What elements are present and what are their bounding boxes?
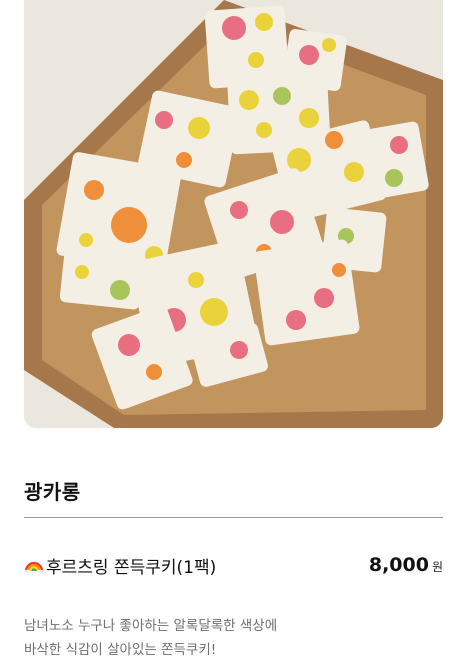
- product-page: 광카롱 후르츠링 쫀득쿠키(1팩) 8,000 원 남녀노소 누구나 좋아하는 …: [0, 0, 466, 668]
- store-name: 광카롱: [24, 480, 81, 504]
- menu-item-row[interactable]: 후르츠링 쫀득쿠키(1팩) 8,000 원: [24, 550, 443, 580]
- section-divider: [24, 517, 443, 518]
- product-photo: [24, 0, 443, 428]
- price-currency: 원: [431, 560, 443, 574]
- cookie-photo-image: [24, 0, 443, 428]
- description-line-1: 남녀노소 누구나 좋아하는 알록달록한 색상에: [24, 618, 278, 634]
- rainbow-icon: [24, 555, 44, 575]
- menu-item-name: 후르츠링 쫀득쿠키(1팩): [46, 557, 217, 578]
- menu-item-title: 후르츠링 쫀득쿠키(1팩): [24, 553, 216, 578]
- description-line-2: 바삭한 식감이 살아있는 쫀득쿠키!: [24, 642, 217, 658]
- menu-item-description: 남녀노소 누구나 좋아하는 알록달록한 색상에 바삭한 식감이 살아있는 쫀득쿠…: [24, 614, 443, 662]
- menu-item-price: 8,000 원: [369, 554, 443, 576]
- price-value: 8,000: [368, 554, 429, 576]
